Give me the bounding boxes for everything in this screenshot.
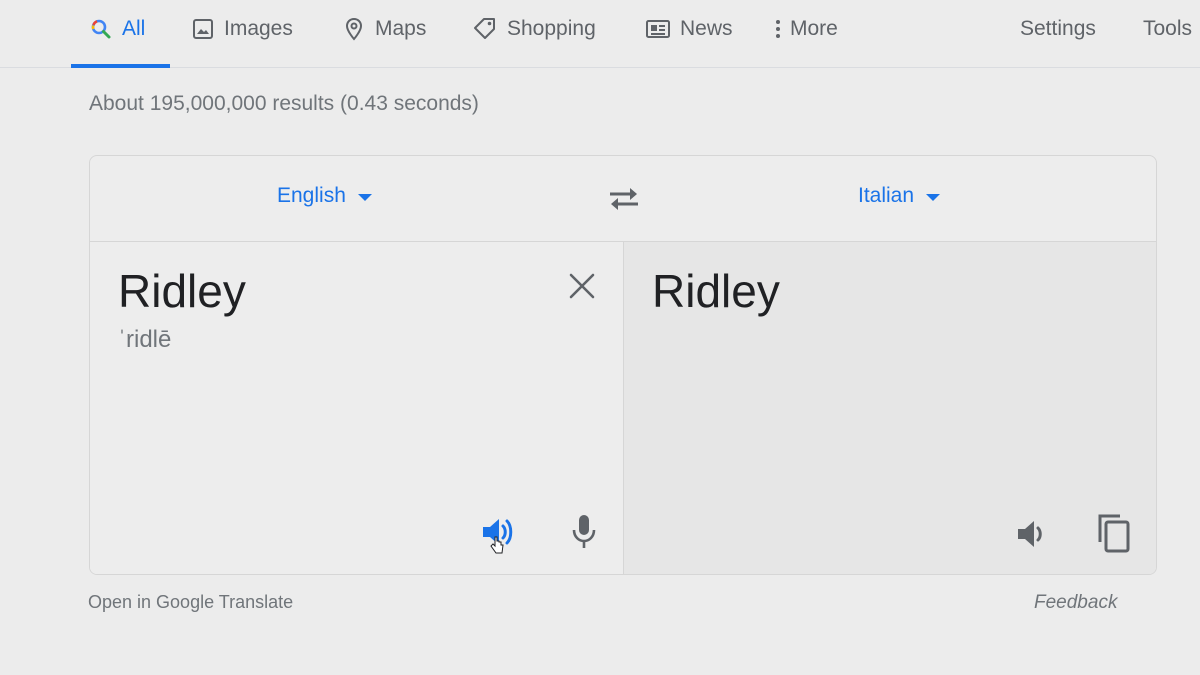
source-phonetic: ˈridlē xyxy=(118,326,172,353)
voice-input-button[interactable] xyxy=(562,510,606,554)
copy-translation-button[interactable] xyxy=(1090,510,1136,556)
target-text[interactable]: Ridley xyxy=(652,264,780,318)
target-pane: Ridley xyxy=(624,242,1156,574)
tools-link[interactable]: Tools xyxy=(1143,14,1192,44)
tab-shopping[interactable]: Shopping xyxy=(472,14,596,44)
source-text[interactable]: Ridley xyxy=(118,264,246,318)
chevron-down-icon xyxy=(926,194,941,201)
newspaper-icon xyxy=(645,17,671,41)
search-tabs-bar: All Images Maps Shopping News More Setti… xyxy=(0,0,1200,68)
translate-card: English Italian Ridley ˈridlē Ridley xyxy=(89,155,1157,575)
source-language-label: English xyxy=(277,184,346,207)
tab-news-label: News xyxy=(680,17,733,40)
tab-maps[interactable]: Maps xyxy=(342,14,426,44)
tab-more-label: More xyxy=(790,17,838,40)
speaker-icon xyxy=(1018,521,1042,547)
tab-all[interactable]: All xyxy=(89,14,145,44)
tab-all-label: All xyxy=(122,17,146,40)
swap-languages-button[interactable] xyxy=(606,184,642,214)
swap-icon xyxy=(610,188,638,210)
source-pane[interactable]: Ridley ˈridlē xyxy=(90,242,624,574)
tab-images-label: Images xyxy=(224,17,293,40)
target-language-select[interactable]: Italian xyxy=(858,184,941,208)
more-vert-icon xyxy=(774,17,782,41)
chevron-down-icon xyxy=(357,194,372,201)
feedback-link[interactable]: Feedback xyxy=(1034,592,1117,614)
copy-icon xyxy=(1098,514,1130,553)
active-tab-indicator xyxy=(71,64,170,68)
close-icon xyxy=(569,273,595,299)
mouse-cursor-icon xyxy=(490,536,504,554)
clear-text-button[interactable] xyxy=(562,266,602,306)
language-bar: English Italian xyxy=(90,156,1156,242)
tag-icon xyxy=(472,17,498,41)
image-icon xyxy=(191,17,215,41)
listen-target-button[interactable] xyxy=(1011,512,1055,556)
result-stats: About 195,000,000 results (0.43 seconds) xyxy=(89,92,479,115)
source-language-select[interactable]: English xyxy=(277,184,372,208)
microphone-icon xyxy=(572,515,596,548)
open-in-translate-link[interactable]: Open in Google Translate xyxy=(88,592,293,613)
tab-more[interactable]: More xyxy=(774,14,838,44)
tab-maps-label: Maps xyxy=(375,17,427,40)
map-pin-icon xyxy=(342,17,366,41)
tab-news[interactable]: News xyxy=(645,14,733,44)
settings-link[interactable]: Settings xyxy=(1020,14,1096,44)
tab-shopping-label: Shopping xyxy=(507,17,596,40)
search-icon xyxy=(89,17,113,41)
target-language-label: Italian xyxy=(858,184,915,207)
tab-images[interactable]: Images xyxy=(191,14,293,44)
